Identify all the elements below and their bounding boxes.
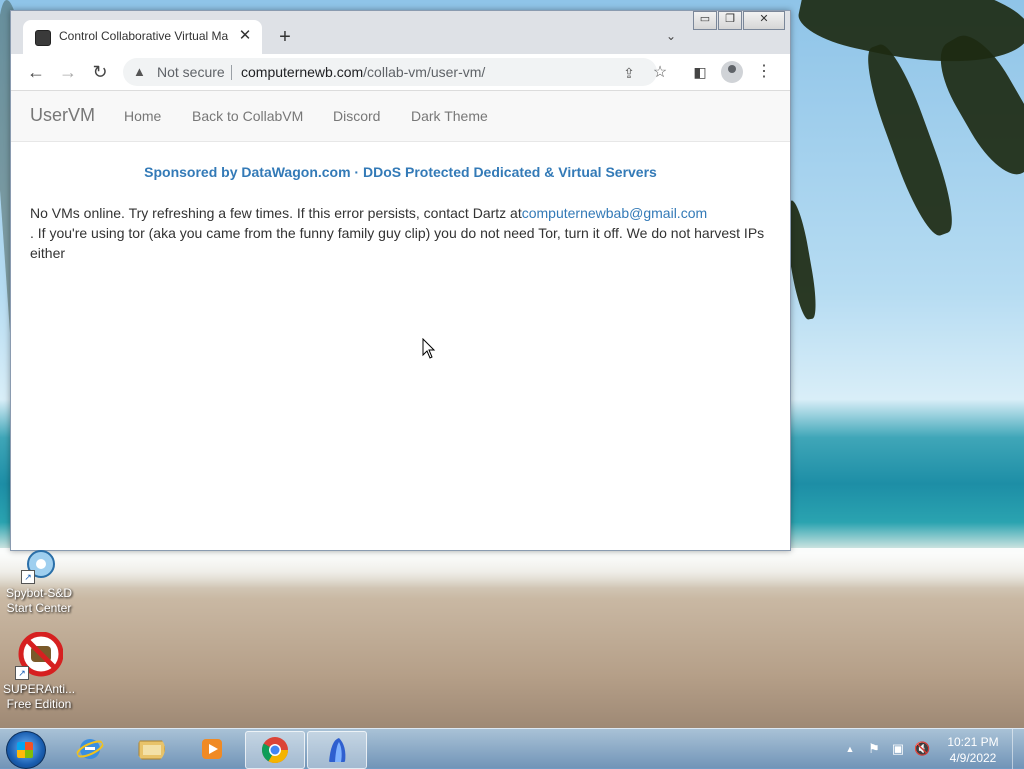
- system-clock[interactable]: 10:21 PM 4/9/2022: [940, 734, 1006, 766]
- close-window-button[interactable]: ✕: [743, 11, 785, 30]
- web-page: UserVM Home Back to CollabVM Discord Dar…: [11, 91, 790, 550]
- browser-toolbar: ← → ↻ ▲ Not secure computernewb.com/coll…: [11, 54, 790, 91]
- windows-logo-icon: [17, 742, 33, 758]
- tab-close-icon[interactable]: ✕: [234, 25, 256, 47]
- maximize-button[interactable]: ❐: [718, 11, 742, 30]
- side-panel-icon[interactable]: ◧: [689, 61, 711, 83]
- bookmark-star-icon[interactable]: ☆: [650, 63, 670, 83]
- status-message: No VMs online. Try refreshing a few time…: [30, 203, 775, 263]
- url-path: /collab-vm/user-vm/: [363, 64, 486, 80]
- clock-date: 4/9/2022: [949, 751, 997, 765]
- media-player-icon: [202, 739, 222, 759]
- nav-link-home[interactable]: Home: [124, 108, 161, 124]
- desktop-icon-label: Spybot-S&D: [5, 586, 73, 600]
- chrome-icon: [261, 737, 289, 764]
- brand-link[interactable]: UserVM: [30, 105, 95, 126]
- profile-avatar-icon[interactable]: [721, 61, 743, 83]
- desktop-icon-label: Start Center: [6, 601, 72, 615]
- nav-link-back-to-collabvm[interactable]: Back to CollabVM: [192, 108, 303, 124]
- volume-muted-icon[interactable]: 🔇: [914, 741, 930, 757]
- reload-icon[interactable]: ↻: [88, 60, 112, 84]
- tab-active[interactable]: Control Collaborative Virtual Ma ✕: [23, 20, 262, 54]
- tab-strip: Control Collaborative Virtual Ma ✕ + ⌄ ▭…: [11, 11, 790, 54]
- spybot-icon: ↗: [21, 548, 57, 584]
- sharp-icon: [329, 738, 346, 762]
- collabvm-favicon-icon: [35, 30, 51, 46]
- message-text-continued: . If you're using tor (aka you came from…: [30, 225, 765, 261]
- browser-window: Control Collaborative Virtual Ma ✕ + ⌄ ▭…: [10, 10, 791, 551]
- action-center-flag-icon[interactable]: ⚑: [866, 741, 882, 757]
- internet-explorer-icon: [76, 739, 104, 759]
- taskbar-sharp-app[interactable]: [307, 731, 367, 769]
- show-hidden-icons-chevron-icon[interactable]: ▲: [842, 741, 858, 757]
- sponsor-link[interactable]: Sponsored by DataWagon.com · DDoS Protec…: [11, 164, 790, 180]
- tab-search-chevron-icon[interactable]: ⌄: [661, 26, 681, 46]
- shortcut-arrow-icon: ↗: [15, 666, 29, 680]
- desktop-icon-label: Free Edition: [6, 697, 72, 711]
- clock-time: 10:21 PM: [947, 735, 999, 749]
- taskbar-chrome[interactable]: [245, 731, 305, 769]
- message-text: No VMs online. Try refreshing a few time…: [30, 205, 522, 221]
- desktop-icon-label: SUPERAnti...: [3, 682, 76, 696]
- mouse-cursor-icon: [422, 338, 436, 359]
- address-bar[interactable]: ▲ Not secure computernewb.com/collab-vm/…: [123, 58, 667, 86]
- taskbar-media-player[interactable]: [183, 731, 241, 767]
- desktop-icon-superantispyware[interactable]: ↗ SUPERAnti... Free Edition: [3, 631, 76, 712]
- shortcut-arrow-icon: ↗: [21, 570, 35, 584]
- desktop-icon-spybot[interactable]: ↗ Spybot-S&D Start Center: [3, 548, 75, 616]
- start-button[interactable]: [6, 731, 46, 769]
- warning-triangle-icon[interactable]: ▲: [133, 64, 146, 79]
- contact-email-link[interactable]: computernewbab@gmail.com: [522, 205, 707, 221]
- security-status-label[interactable]: Not secure: [157, 64, 225, 80]
- nav-link-dark-theme[interactable]: Dark Theme: [411, 108, 488, 124]
- url-host: computernewb.com: [241, 64, 364, 80]
- site-navbar: UserVM Home Back to CollabVM Discord Dar…: [11, 91, 790, 142]
- surf-decoration: [0, 548, 1024, 588]
- taskbar-file-explorer[interactable]: [122, 731, 180, 767]
- back-arrow-icon[interactable]: ←: [24, 60, 48, 84]
- forward-arrow-icon[interactable]: →: [56, 60, 80, 84]
- taskbar-internet-explorer[interactable]: [61, 731, 119, 767]
- url-text[interactable]: computernewb.com/collab-vm/user-vm/: [241, 64, 485, 80]
- minimize-button[interactable]: ▭: [693, 11, 717, 30]
- file-explorer-icon: [138, 740, 165, 760]
- superantispyware-icon: ↗: [15, 631, 64, 680]
- new-tab-button[interactable]: +: [273, 25, 297, 49]
- address-divider: [231, 65, 232, 80]
- share-icon[interactable]: ⇪: [619, 63, 639, 83]
- network-icon[interactable]: ▣: [890, 741, 906, 757]
- show-desktop-button[interactable]: [1012, 729, 1024, 769]
- tab-title: Control Collaborative Virtual Ma: [59, 29, 229, 43]
- menu-kebab-icon[interactable]: ⋮: [753, 61, 775, 83]
- nav-link-discord[interactable]: Discord: [333, 108, 380, 124]
- taskbar: ▲ ⚑ ▣ 🔇 10:21 PM 4/9/2022: [0, 728, 1024, 769]
